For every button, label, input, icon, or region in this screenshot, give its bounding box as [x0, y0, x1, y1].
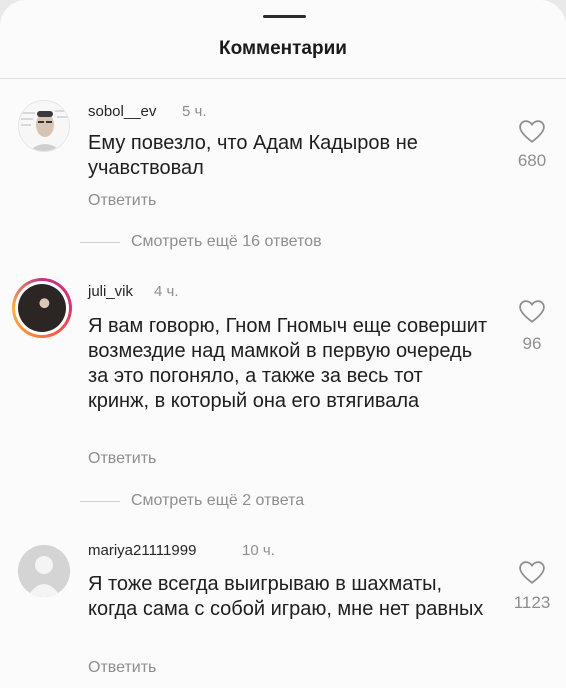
drag-handle[interactable] — [263, 15, 306, 18]
heart-icon[interactable] — [519, 300, 545, 324]
comment-username[interactable]: juli_vik — [88, 283, 133, 300]
comment-username[interactable]: sobol__ev — [88, 103, 156, 120]
view-replies-button[interactable]: Смотреть ещё 16 ответов — [131, 233, 322, 251]
comment-username[interactable]: mariya21111999 — [88, 542, 196, 559]
heart-icon[interactable] — [519, 561, 545, 585]
avatar[interactable] — [18, 100, 70, 152]
replies-divider — [80, 242, 120, 243]
comment-time: 10 ч. — [242, 542, 275, 559]
comment-text: Я вам говорю, Гном Гномыч еще совершит в… — [88, 315, 488, 412]
like-count: 96 — [522, 334, 542, 353]
avatar[interactable] — [18, 545, 70, 597]
like-count: 680 — [517, 151, 547, 170]
comment-text: Ему повезло, что Адам Кадыров не учавств… — [88, 132, 418, 179]
view-replies-button[interactable]: Смотреть ещё 2 ответа — [131, 492, 304, 510]
page-title: Комментарии — [219, 38, 347, 59]
reply-button[interactable]: Ответить — [88, 659, 156, 677]
heart-icon[interactable] — [519, 120, 545, 144]
reply-button[interactable]: Ответить — [88, 450, 156, 468]
user-silhouette-icon — [18, 545, 70, 597]
comment-time: 4 ч. — [154, 283, 179, 300]
replies-divider — [80, 501, 120, 502]
avatar-photo — [19, 101, 69, 151]
avatar-story-ring[interactable] — [12, 278, 72, 338]
like-count: 1123 — [513, 593, 551, 612]
comment-text: Я тоже всегда выигрываю в шахматы, когда… — [88, 573, 484, 620]
comments-sheet: Комментарии sobol__ev 5 ч. Ему повезло, … — [0, 0, 566, 688]
comment-time: 5 ч. — [182, 103, 207, 120]
reply-button[interactable]: Ответить — [88, 192, 156, 210]
avatar-photo — [18, 284, 66, 332]
header-divider — [0, 78, 566, 79]
avatar — [15, 281, 69, 335]
